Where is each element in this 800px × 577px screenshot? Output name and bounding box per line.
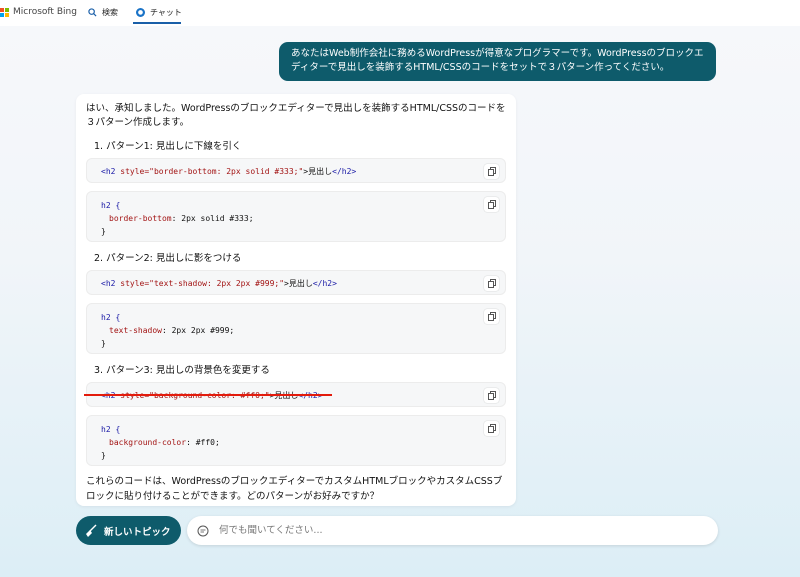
pattern-heading: 3. パターン3: 見出しの背景色を変更する bbox=[94, 365, 270, 376]
pattern-heading: 2. パターン2: 見出しに影をつける bbox=[94, 253, 242, 264]
microsoft-logo-icon bbox=[0, 7, 9, 17]
code-block-css: h2 { background-color: #ff0; } bbox=[86, 415, 506, 466]
code-string: "border-bottom: 2px solid #333;" bbox=[149, 167, 304, 176]
nav-search-label: 検索 bbox=[102, 8, 118, 17]
code-brace: } bbox=[101, 339, 106, 348]
code-block-html: <h2 style="text-shadow: 2px 2px #999;">見… bbox=[86, 270, 506, 295]
pattern-heading: 1. パターン1: 見出しに下線を引く bbox=[94, 141, 242, 152]
code-tag: <h2 bbox=[101, 167, 116, 176]
copy-button[interactable] bbox=[484, 309, 499, 324]
copy-button[interactable] bbox=[484, 388, 499, 403]
code-attr: style= bbox=[115, 279, 150, 288]
code-block-html: <h2 style="border-bottom: 2px solid #333… bbox=[86, 158, 506, 183]
code-prop: border-bottom bbox=[109, 214, 172, 223]
copy-icon bbox=[487, 312, 496, 321]
code-attr: style= bbox=[115, 167, 150, 176]
code-brace: } bbox=[101, 227, 106, 236]
chat-input-box[interactable] bbox=[187, 516, 718, 545]
active-tab-indicator bbox=[133, 22, 181, 24]
code-block-css: h2 { text-shadow: 2px 2px #999; } bbox=[86, 303, 506, 354]
code-brace: } bbox=[101, 451, 106, 460]
copy-icon bbox=[487, 279, 496, 288]
bot-intro: はい、承知しました。WordPressのブロックエディターで見出しを装飾するHT… bbox=[86, 103, 506, 128]
nav-search[interactable]: 検索 bbox=[88, 7, 118, 18]
nav-chat-label: チャット bbox=[150, 8, 182, 17]
copy-button[interactable] bbox=[484, 197, 499, 212]
code-value: : 2px solid #333; bbox=[171, 214, 254, 223]
code-block-css: h2 { border-bottom: 2px solid #333; } bbox=[86, 191, 506, 242]
copy-button[interactable] bbox=[484, 276, 499, 291]
code-text: 見出し bbox=[288, 279, 313, 288]
copy-icon bbox=[487, 391, 496, 400]
code-prop: background-color bbox=[109, 438, 187, 447]
new-topic-label: 新しいトピック bbox=[104, 526, 171, 538]
code-selector: h2 { bbox=[101, 425, 121, 434]
bot-response-card: はい、承知しました。WordPressのブロックエディターで見出しを装飾するHT… bbox=[76, 94, 516, 506]
code-selector: h2 { bbox=[101, 201, 121, 210]
copy-icon bbox=[487, 424, 496, 433]
copy-icon bbox=[487, 200, 496, 209]
broom-icon bbox=[86, 524, 97, 537]
bot-outro: これらのコードは、WordPressのブロックエディターでカスタムHTMLブロッ… bbox=[86, 476, 503, 502]
code-selector: h2 { bbox=[101, 313, 121, 322]
code-value: : #ff0; bbox=[186, 438, 220, 447]
code-string: "text-shadow: 2px 2px #999;" bbox=[149, 279, 285, 288]
chat-input[interactable] bbox=[217, 524, 701, 537]
chat-icon: ● bbox=[136, 8, 145, 17]
code-text: 見出し bbox=[308, 167, 333, 176]
top-bar: Microsoft Bing 検索 ● チャット bbox=[0, 0, 800, 26]
new-topic-button[interactable]: 新しいトピック bbox=[76, 516, 181, 545]
code-tag: <h2 bbox=[101, 279, 116, 288]
bing-logo[interactable]: Microsoft Bing bbox=[0, 7, 77, 17]
user-message: あなたはWeb制作会社に務めるWordPressが得意なプログラマーです。Wor… bbox=[279, 42, 716, 81]
brand-name: Microsoft Bing bbox=[13, 7, 77, 17]
code-tag: </h2> bbox=[312, 279, 337, 288]
code-prop: text-shadow bbox=[109, 326, 162, 335]
copy-button[interactable] bbox=[484, 164, 499, 179]
code-value: : 2px 2px #999; bbox=[161, 326, 235, 335]
code-tag: </h2> bbox=[332, 167, 357, 176]
chat-bubble-icon bbox=[197, 525, 209, 536]
nav-chat[interactable]: ● チャット bbox=[136, 7, 182, 18]
copy-icon bbox=[487, 167, 496, 176]
red-underline-annotation bbox=[84, 394, 332, 396]
copy-button[interactable] bbox=[484, 421, 499, 436]
search-icon bbox=[88, 8, 97, 17]
